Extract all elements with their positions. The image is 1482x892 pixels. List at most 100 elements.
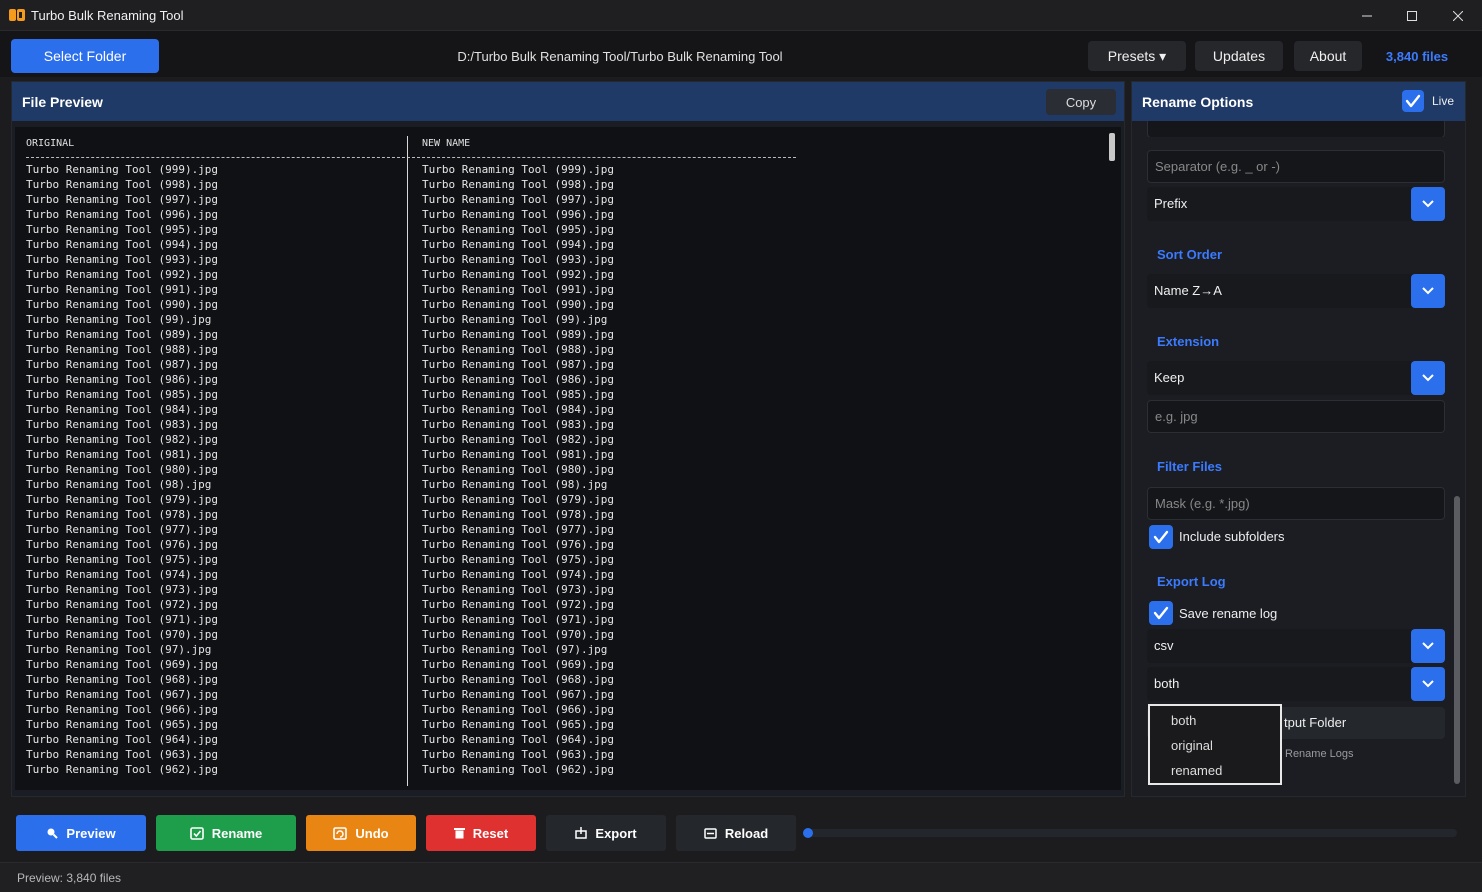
new-filename: Turbo Renaming Tool (990).jpg — [422, 298, 615, 311]
chevron-down-icon[interactable] — [1411, 187, 1445, 221]
original-filename: Turbo Renaming Tool (967).jpg — [26, 688, 219, 701]
original-filename: Turbo Renaming Tool (991).jpg — [26, 283, 219, 296]
position-select[interactable]: Prefix — [1147, 187, 1445, 221]
presets-button[interactable]: Presets ▾ — [1088, 41, 1186, 71]
reset-button[interactable]: Reset — [426, 815, 536, 851]
original-filename: Turbo Renaming Tool (962).jpg — [26, 763, 219, 776]
close-button[interactable] — [1435, 0, 1481, 31]
original-filename: Turbo Renaming Tool (99).jpg — [26, 313, 212, 326]
status-text: Preview: 3,840 files — [17, 871, 122, 885]
header-divider — [26, 157, 796, 158]
reload-button[interactable]: Reload — [676, 815, 796, 851]
export-log-title: Export Log — [1157, 574, 1226, 589]
new-filename: Turbo Renaming Tool (984).jpg — [422, 403, 615, 416]
new-filename: Turbo Renaming Tool (966).jpg — [422, 703, 615, 716]
new-filename: Turbo Renaming Tool (962).jpg — [422, 763, 615, 776]
updates-button[interactable]: Updates — [1195, 41, 1283, 71]
original-filename: Turbo Renaming Tool (998).jpg — [26, 178, 219, 191]
original-filename: Turbo Renaming Tool (979).jpg — [26, 493, 219, 506]
rename-logs-link[interactable]: Rename Logs — [1285, 748, 1354, 760]
options-scrollbar[interactable] — [1454, 496, 1460, 784]
log-names-select[interactable]: both — [1147, 667, 1445, 701]
new-filename: Turbo Renaming Tool (970).jpg — [422, 628, 615, 641]
original-filename: Turbo Renaming Tool (98).jpg — [26, 478, 212, 491]
chevron-down-icon[interactable] — [1411, 274, 1445, 308]
status-bar: Preview: 3,840 files — [0, 862, 1482, 892]
preview-button[interactable]: Preview — [16, 815, 146, 851]
include-subfolders-checkbox[interactable] — [1149, 525, 1173, 549]
rename-options-title: Rename Options — [1142, 94, 1254, 110]
log-format-select[interactable]: csv — [1147, 629, 1445, 663]
original-filename: Turbo Renaming Tool (981).jpg — [26, 448, 219, 461]
new-filename: Turbo Renaming Tool (972).jpg — [422, 598, 615, 611]
save-rename-log-label: Save rename log — [1179, 606, 1278, 621]
original-filename: Turbo Renaming Tool (970).jpg — [26, 628, 219, 641]
original-filename: Turbo Renaming Tool (978).jpg — [26, 508, 219, 521]
new-filename: Turbo Renaming Tool (968).jpg — [422, 673, 615, 686]
maximize-button[interactable] — [1389, 0, 1435, 31]
zero-pad-field-clipped[interactable] — [1147, 121, 1445, 137]
original-filename: Turbo Renaming Tool (974).jpg — [26, 568, 219, 581]
dropdown-item-both[interactable]: both — [1171, 713, 1196, 728]
checkmark-icon — [1153, 606, 1169, 620]
new-filename: Turbo Renaming Tool (987).jpg — [422, 358, 615, 371]
sort-order-select[interactable]: Name Z→A — [1147, 274, 1445, 308]
original-filename: Turbo Renaming Tool (982).jpg — [26, 433, 219, 446]
new-filename: Turbo Renaming Tool (967).jpg — [422, 688, 615, 701]
save-rename-log-checkbox[interactable] — [1149, 601, 1173, 625]
copy-button[interactable]: Copy — [1046, 89, 1116, 115]
new-filename: Turbo Renaming Tool (992).jpg — [422, 268, 615, 281]
output-folder-label: tput Folder — [1284, 715, 1347, 730]
original-filename: Turbo Renaming Tool (972).jpg — [26, 598, 219, 611]
extension-value: Keep — [1154, 370, 1185, 385]
mask-input[interactable]: Mask (e.g. *.jpg) — [1147, 487, 1445, 520]
file-preview-title: File Preview — [22, 94, 103, 110]
sort-order-title: Sort Order — [1157, 247, 1223, 262]
reload-icon — [704, 827, 717, 839]
undo-icon — [333, 826, 348, 840]
chevron-down-icon[interactable] — [1411, 361, 1445, 395]
separator-input[interactable]: Separator (e.g. _ or -) — [1147, 150, 1445, 183]
original-filename: Turbo Renaming Tool (964).jpg — [26, 733, 219, 746]
dropdown-item-renamed[interactable]: renamed — [1171, 763, 1222, 778]
original-filename: Turbo Renaming Tool (987).jpg — [26, 358, 219, 371]
new-filename: Turbo Renaming Tool (976).jpg — [422, 538, 615, 551]
new-filename: Turbo Renaming Tool (971).jpg — [422, 613, 615, 626]
chevron-down-icon[interactable] — [1411, 629, 1445, 663]
minimize-button[interactable] — [1344, 0, 1390, 31]
new-filename: Turbo Renaming Tool (994).jpg — [422, 238, 615, 251]
extension-select[interactable]: Keep — [1147, 361, 1445, 395]
original-filename: Turbo Renaming Tool (977).jpg — [26, 523, 219, 536]
log-format-value: csv — [1154, 638, 1174, 653]
new-filename: Turbo Renaming Tool (978).jpg — [422, 508, 615, 521]
new-filename: Turbo Renaming Tool (981).jpg — [422, 448, 615, 461]
dropdown-item-original[interactable]: original — [1171, 738, 1213, 753]
sort-order-value: Name Z→A — [1154, 283, 1222, 298]
original-filename: Turbo Renaming Tool (999).jpg — [26, 163, 219, 176]
original-filename: Turbo Renaming Tool (988).jpg — [26, 343, 219, 356]
new-filename: Turbo Renaming Tool (969).jpg — [422, 658, 615, 671]
preview-scrollbar[interactable] — [1109, 133, 1115, 161]
live-checkbox[interactable] — [1402, 90, 1424, 112]
search-icon — [47, 828, 59, 839]
chevron-down-icon[interactable] — [1411, 667, 1445, 701]
original-filename: Turbo Renaming Tool (975).jpg — [26, 553, 219, 566]
undo-button[interactable]: Undo — [306, 815, 416, 851]
file-preview-list[interactable]: ORIGINAL NEW NAME Turbo Renaming Tool (9… — [15, 127, 1121, 790]
progress-indicator — [803, 828, 813, 838]
new-filename: Turbo Renaming Tool (964).jpg — [422, 733, 615, 746]
rename-label: Rename — [211, 825, 263, 841]
about-button[interactable]: About — [1294, 41, 1362, 71]
original-filename: Turbo Renaming Tool (983).jpg — [26, 418, 219, 431]
original-filename: Turbo Renaming Tool (993).jpg — [26, 253, 219, 266]
column-divider — [407, 136, 408, 786]
rename-button[interactable]: Rename — [156, 815, 296, 851]
original-filename: Turbo Renaming Tool (989).jpg — [26, 328, 219, 341]
export-button[interactable]: Export — [546, 815, 666, 851]
close-icon — [1453, 10, 1463, 21]
new-filename: Turbo Renaming Tool (995).jpg — [422, 223, 615, 236]
original-filename: Turbo Renaming Tool (966).jpg — [26, 703, 219, 716]
select-folder-button[interactable]: Select Folder — [11, 39, 159, 73]
undo-label: Undo — [355, 825, 389, 841]
extension-input[interactable]: e.g. jpg — [1147, 400, 1445, 433]
